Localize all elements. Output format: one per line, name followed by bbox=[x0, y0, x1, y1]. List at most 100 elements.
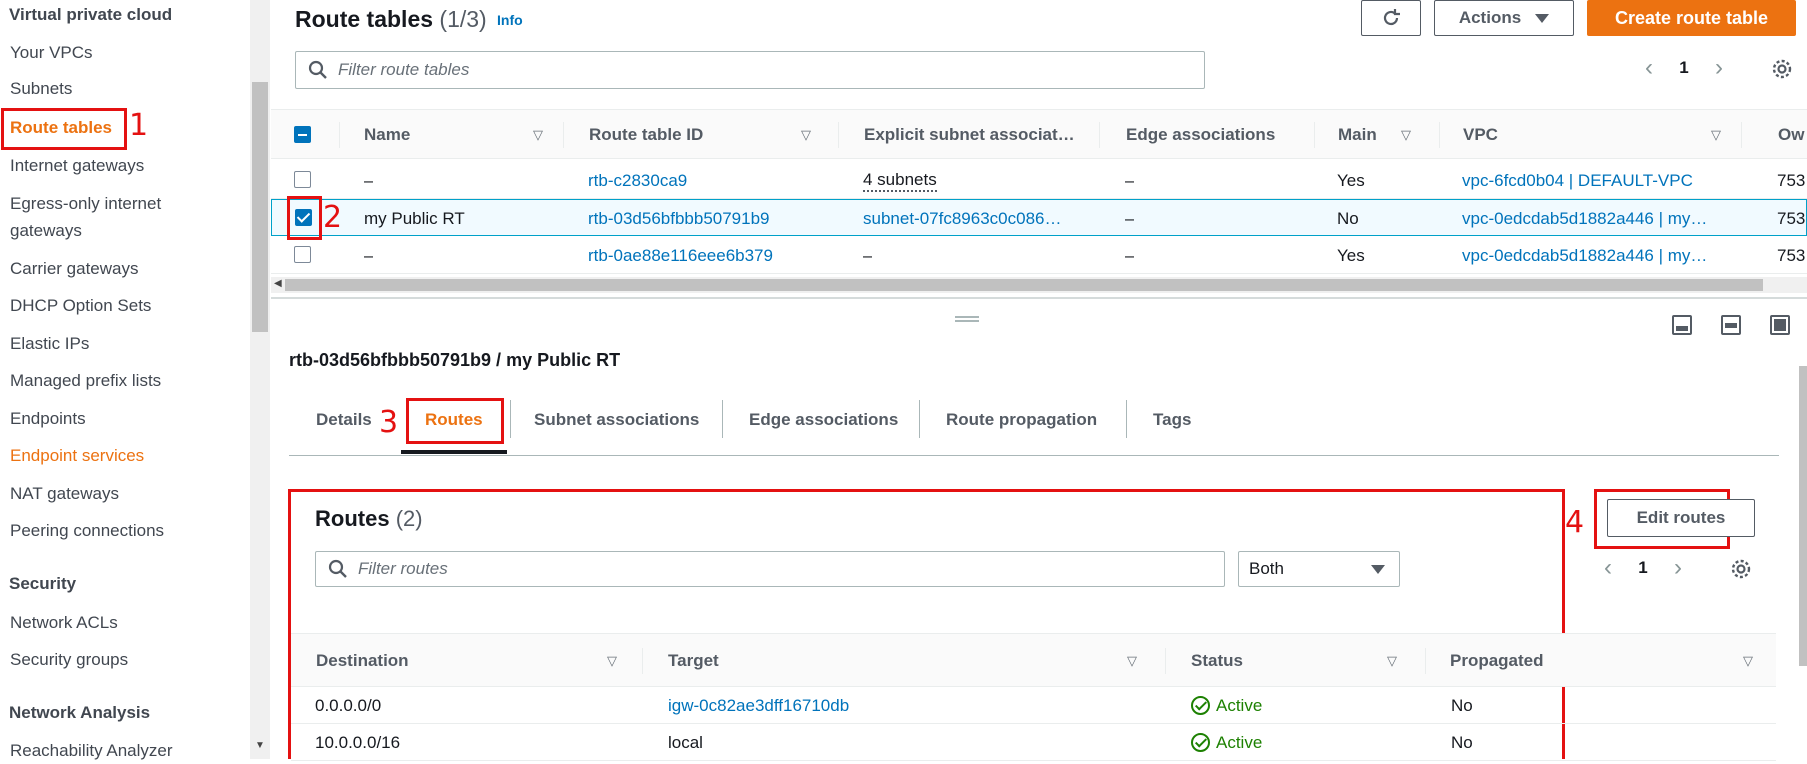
route-type-select[interactable]: Both bbox=[1238, 551, 1400, 587]
col-route-table-id[interactable]: Route table ID bbox=[589, 110, 703, 160]
sort-icon[interactable]: ▽ bbox=[801, 127, 811, 143]
sidebar-item-carrier-gateways[interactable]: Carrier gateways bbox=[10, 255, 139, 282]
sidebar-scrollbar[interactable]: ▼ bbox=[250, 0, 270, 759]
sidebar-item-reachability-analyzer[interactable]: Reachability Analyzer bbox=[10, 737, 173, 764]
caret-down-icon bbox=[1535, 13, 1550, 23]
route-tables-panel: Route tables (1/3) Info Actions Create r… bbox=[271, 0, 1807, 295]
tab-details[interactable]: Details bbox=[316, 400, 372, 440]
sidebar-item-egress-only-gateways[interactable]: Egress-only internet bbox=[10, 190, 161, 217]
row-checkbox[interactable] bbox=[294, 171, 311, 188]
sidebar-scrollbar-thumb[interactable] bbox=[252, 82, 268, 332]
col-vpc[interactable]: VPC bbox=[1463, 110, 1498, 160]
table-row-selected[interactable]: my Public RT rtb-03d56bfbbb50791b9 subne… bbox=[271, 199, 1807, 236]
route-tables-header-row: Name ▽ Route table ID ▽ Explicit subnet … bbox=[271, 109, 1807, 159]
column-separator bbox=[1425, 648, 1426, 674]
tab-tags[interactable]: Tags bbox=[1153, 400, 1191, 440]
panel-bottom-icon[interactable] bbox=[1672, 315, 1692, 335]
sidebar-item-subnets[interactable]: Subnets bbox=[10, 75, 72, 102]
routes-pagination: ‹ 1 › bbox=[1588, 554, 1698, 582]
create-route-table-button[interactable]: Create route table bbox=[1587, 0, 1796, 36]
column-separator bbox=[1314, 122, 1315, 148]
table-row[interactable]: – rtb-0ae88e116eee6b379 – – Yes vpc-0edc… bbox=[271, 237, 1807, 274]
page-title: Route tables (1/3) bbox=[295, 6, 487, 33]
sidebar-item-dhcp-option-sets[interactable]: DHCP Option Sets bbox=[10, 292, 151, 319]
annotation-box-1 bbox=[1, 108, 127, 150]
col-destination[interactable]: Destination bbox=[316, 634, 409, 688]
cell-route-table-id[interactable]: rtb-c2830ca9 bbox=[588, 162, 687, 199]
tab-subnet-associations[interactable]: Subnet associations bbox=[534, 400, 699, 440]
sidebar-item-your-vpcs[interactable]: Your VPCs bbox=[10, 39, 93, 66]
col-owner[interactable]: Ow bbox=[1778, 110, 1804, 160]
sort-icon[interactable]: ▽ bbox=[1743, 653, 1753, 669]
cell-main: Yes bbox=[1337, 170, 1365, 190]
sidebar-item-network-acls[interactable]: Network ACLs bbox=[10, 609, 118, 636]
split-panel-divider[interactable] bbox=[271, 297, 1807, 299]
sort-icon[interactable]: ▽ bbox=[1401, 127, 1411, 143]
col-owner-label: Ow bbox=[1778, 125, 1805, 144]
col-explicit-subnet[interactable]: Explicit subnet associat… bbox=[864, 110, 1075, 160]
actions-label: Actions bbox=[1458, 8, 1522, 27]
col-main[interactable]: Main bbox=[1338, 110, 1377, 160]
sidebar-item-elastic-ips[interactable]: Elastic IPs bbox=[10, 330, 89, 357]
sort-icon[interactable]: ▽ bbox=[1711, 127, 1721, 143]
col-status[interactable]: Status bbox=[1191, 634, 1243, 688]
next-page-icon[interactable]: › bbox=[1658, 554, 1698, 582]
page-number[interactable]: 1 bbox=[1669, 58, 1699, 78]
detail-vertical-scrollbar[interactable] bbox=[1799, 366, 1807, 666]
scroll-down-arrow-icon[interactable]: ▼ bbox=[255, 740, 265, 751]
settings-gear-icon[interactable] bbox=[1771, 58, 1793, 80]
filter-route-tables-input[interactable]: Filter route tables bbox=[295, 51, 1205, 89]
cell-route-table-id[interactable]: rtb-0ae88e116eee6b379 bbox=[588, 237, 773, 274]
table-horizontal-scrollbar[interactable]: ◀ bbox=[271, 277, 1807, 293]
row-checkbox[interactable] bbox=[294, 246, 311, 263]
table-row[interactable]: – rtb-c2830ca9 4 subnets – Yes vpc-6fcd0… bbox=[271, 162, 1807, 199]
sort-icon[interactable]: ▽ bbox=[533, 127, 543, 143]
page-number[interactable]: 1 bbox=[1628, 558, 1658, 578]
sidebar-item-endpoints[interactable]: Endpoints bbox=[10, 405, 86, 432]
sidebar-item-managed-prefix-lists[interactable]: Managed prefix lists bbox=[10, 367, 161, 394]
actions-button[interactable]: Actions bbox=[1434, 0, 1574, 36]
prev-page-icon[interactable]: ‹ bbox=[1629, 54, 1669, 82]
settings-gear-icon[interactable] bbox=[1730, 558, 1752, 580]
cell-target[interactable]: igw-0c82ae3dff16710db bbox=[668, 687, 849, 724]
sort-icon[interactable]: ▽ bbox=[607, 653, 617, 669]
prev-page-icon[interactable]: ‹ bbox=[1588, 554, 1628, 582]
column-separator bbox=[642, 648, 643, 674]
cell-vpc[interactable]: vpc-6fcd0b04 | DEFAULT-VPC bbox=[1462, 162, 1693, 199]
sidebar-item-internet-gateways[interactable]: Internet gateways bbox=[10, 152, 144, 179]
info-link[interactable]: Info bbox=[497, 12, 523, 28]
panel-fullscreen-icon[interactable] bbox=[1770, 315, 1790, 335]
refresh-button[interactable] bbox=[1361, 0, 1421, 36]
sort-icon[interactable]: ▽ bbox=[1127, 653, 1137, 669]
cell-vpc[interactable]: vpc-0edcdab5d1882a446 | my… bbox=[1462, 200, 1707, 237]
sidebar-item-peering-connections[interactable]: Peering connections bbox=[10, 517, 164, 544]
select-all-checkbox[interactable] bbox=[294, 126, 311, 143]
route-tables-count: (1/3) bbox=[439, 6, 487, 32]
next-page-icon[interactable]: › bbox=[1699, 54, 1739, 82]
cell-route-table-id[interactable]: rtb-03d56bfbbb50791b9 bbox=[588, 200, 770, 237]
col-main-label: Main bbox=[1338, 125, 1377, 144]
cell-subnet[interactable]: subnet-07fc8963c0c086… bbox=[863, 200, 1061, 237]
sidebar-item-nat-gateways[interactable]: NAT gateways bbox=[10, 480, 119, 507]
tab-route-propagation[interactable]: Route propagation bbox=[946, 400, 1097, 440]
cell-subnet[interactable]: 4 subnets bbox=[863, 170, 937, 192]
col-name-label: Name bbox=[364, 125, 411, 144]
sidebar-item-endpoint-services[interactable]: Endpoint services bbox=[10, 442, 144, 469]
drag-handle-icon[interactable] bbox=[955, 316, 979, 322]
filter-routes-input[interactable]: Filter routes bbox=[315, 551, 1225, 587]
cell-owner: 753 bbox=[1777, 245, 1806, 265]
sidebar-item-egress-only-gateways-line2[interactable]: gateways bbox=[10, 217, 82, 244]
horizontal-scrollbar-thumb[interactable] bbox=[285, 279, 1763, 291]
tab-edge-associations[interactable]: Edge associations bbox=[749, 400, 898, 440]
sidebar-item-security-groups[interactable]: Security groups bbox=[10, 646, 128, 673]
cell-main: Yes bbox=[1337, 245, 1365, 265]
cell-vpc[interactable]: vpc-0edcdab5d1882a446 | my… bbox=[1462, 237, 1707, 274]
col-edge-associations[interactable]: Edge associations bbox=[1126, 110, 1275, 160]
col-target[interactable]: Target bbox=[668, 634, 719, 688]
sort-icon[interactable]: ▽ bbox=[1387, 653, 1397, 669]
scroll-left-arrow-icon[interactable]: ◀ bbox=[274, 278, 282, 289]
col-propagated[interactable]: Propagated bbox=[1450, 634, 1544, 688]
col-name[interactable]: Name bbox=[364, 110, 410, 160]
panel-side-icon[interactable] bbox=[1721, 315, 1741, 335]
edit-routes-button[interactable]: Edit routes bbox=[1607, 499, 1755, 537]
